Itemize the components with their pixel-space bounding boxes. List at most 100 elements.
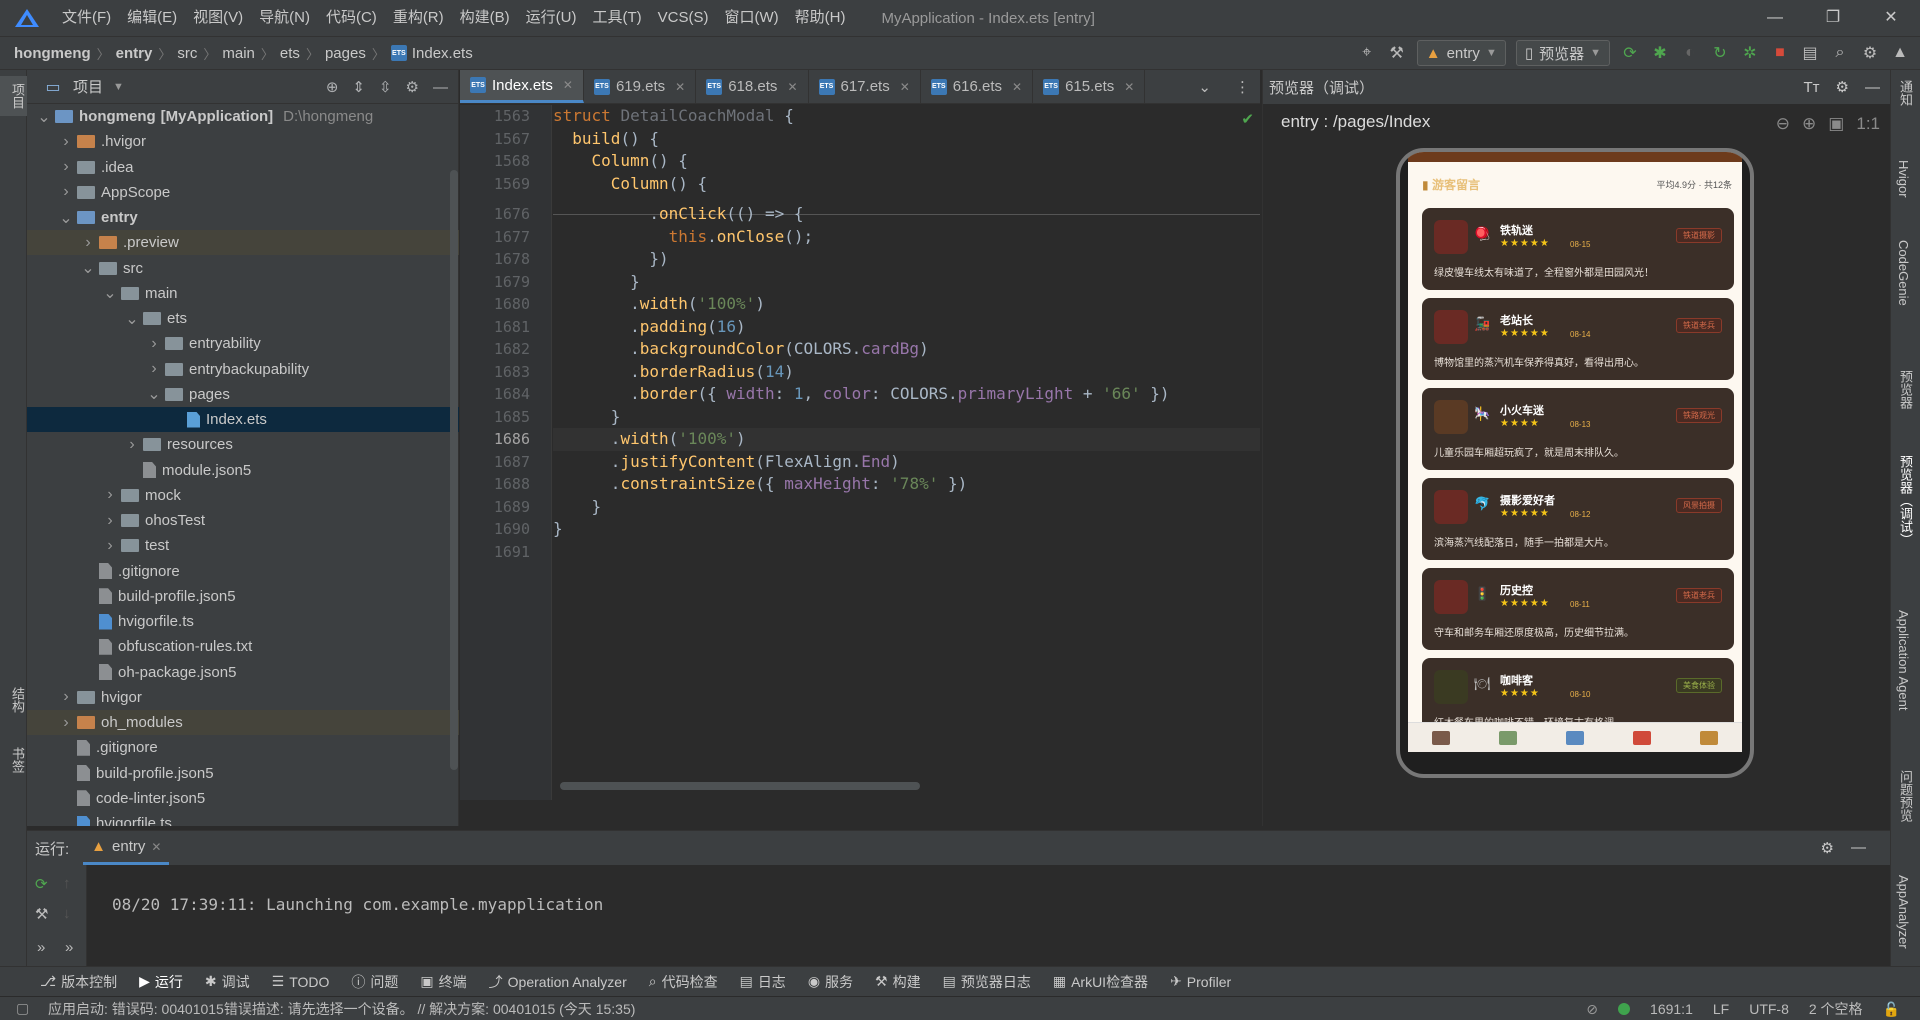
bug-hammer-icon[interactable]: ⚒ bbox=[1387, 43, 1407, 63]
close-icon[interactable]: ✕ bbox=[1862, 0, 1920, 36]
breadcrumb-item[interactable]: entry bbox=[116, 45, 153, 62]
breadcrumb-item[interactable]: Index.ets bbox=[412, 45, 473, 62]
close-icon[interactable]: ✕ bbox=[787, 80, 797, 94]
tree-item[interactable]: oh-package.json5 bbox=[27, 660, 459, 685]
attach-debugger-icon[interactable]: ◐ bbox=[1680, 43, 1700, 63]
tool-tab[interactable]: ▶ 运行 bbox=[139, 972, 183, 992]
tool-tab[interactable]: ⌕ 代码检查 bbox=[649, 972, 718, 992]
tabs-overflow[interactable]: ⌄ ⋮ bbox=[1188, 70, 1260, 103]
project-scrollbar[interactable] bbox=[450, 170, 458, 770]
tree-item[interactable]: ⌄ main bbox=[27, 281, 459, 306]
close-icon[interactable]: ✕ bbox=[675, 80, 685, 94]
run-tab-entry[interactable]: ▲ entry ✕ bbox=[83, 831, 170, 865]
breadcrumb-item[interactable]: main bbox=[222, 45, 255, 62]
tool-tab[interactable]: ▤ 日志 bbox=[740, 972, 786, 992]
review-card[interactable]: 🪀 铁轨迷 ★★★★★ 08-15 铁道摄影 绿皮慢车线太有味道了，全程窗外都是田园风光！ bbox=[1422, 208, 1734, 290]
editor-tab[interactable]: ETS 616.ets ✕ bbox=[921, 70, 1034, 103]
review-card[interactable]: 🐬 摄影爱好者 ★★★★★ 08-12 风景拍摄 滨海蒸汽线配落日，随手一拍都是大片。 bbox=[1422, 478, 1734, 560]
stop-icon[interactable]: ■ bbox=[1770, 43, 1790, 63]
tree-item[interactable]: ⌄ ets bbox=[27, 306, 459, 331]
menu-item[interactable]: 构建(B) bbox=[452, 0, 518, 36]
arrow-down-icon[interactable]: ↓ bbox=[63, 905, 71, 922]
gear-icon[interactable]: ⚙ bbox=[1836, 78, 1849, 96]
tree-item[interactable]: module.json5 bbox=[27, 458, 459, 483]
right-tool-tab[interactable]: Hvigor bbox=[1896, 160, 1911, 198]
tab-ticket-icon[interactable] bbox=[1499, 730, 1518, 745]
expand-all-icon[interactable]: ⇕ bbox=[352, 78, 365, 96]
hide-icon[interactable]: — bbox=[1865, 79, 1880, 96]
tab-train-icon[interactable] bbox=[1432, 730, 1451, 745]
tool-tab[interactable]: ☰ TODO bbox=[272, 973, 330, 990]
structure-tool-tab[interactable]: 结构 bbox=[0, 680, 27, 720]
close-icon[interactable]: ✕ bbox=[1012, 80, 1022, 94]
tree-item[interactable]: › .hvigor bbox=[27, 129, 459, 154]
chevron-down-icon[interactable]: ⌄ bbox=[33, 107, 55, 127]
right-tool-tab[interactable]: 问题预览 bbox=[1896, 770, 1915, 822]
tool-tab[interactable]: ▤ 预览器日志 bbox=[943, 972, 1031, 992]
tree-item[interactable]: › AppScope bbox=[27, 180, 459, 205]
tree-item[interactable]: › .idea bbox=[27, 155, 459, 180]
gear-icon[interactable]: ⚙ bbox=[1821, 839, 1834, 857]
close-icon[interactable]: ✕ bbox=[151, 840, 161, 854]
hide-icon[interactable]: — bbox=[1851, 839, 1866, 856]
more-icon[interactable]: » bbox=[65, 939, 73, 956]
wrench-icon[interactable]: ⚒ bbox=[35, 905, 48, 923]
text-size-icon[interactable]: Tт bbox=[1804, 79, 1820, 96]
breadcrumb-item[interactable]: src bbox=[177, 45, 197, 62]
tree-item[interactable]: ⌄ hongmeng [MyApplication] D:\hongmeng bbox=[27, 104, 459, 129]
debug-icon[interactable]: ✱ bbox=[1650, 43, 1670, 63]
menu-item[interactable]: 重构(R) bbox=[385, 0, 452, 36]
apply-changes-icon[interactable]: ↻ bbox=[1710, 43, 1730, 63]
gear-icon[interactable]: ⚙ bbox=[406, 78, 419, 96]
breadcrumb-item[interactable]: hongmeng bbox=[14, 45, 91, 62]
zoom-in-icon[interactable]: ⊕ bbox=[1802, 114, 1816, 134]
menu-item[interactable]: 窗口(W) bbox=[716, 0, 786, 36]
tree-item[interactable]: ⌄ src bbox=[27, 256, 459, 281]
tree-item[interactable]: › resources bbox=[27, 432, 459, 457]
maximize-icon[interactable]: ❐ bbox=[1804, 0, 1862, 36]
review-card[interactable]: 🎠 小火车迷 ★★★★ 08-13 铁路观光 儿童乐园车厢超玩疯了，就是周末排队久。 bbox=[1422, 388, 1734, 470]
inspection-ok-icon[interactable]: ✔ bbox=[1241, 110, 1254, 128]
tree-item[interactable]: › ohosTest bbox=[27, 508, 459, 533]
menu-item[interactable]: 运行(U) bbox=[518, 0, 585, 36]
chevron-right-icon[interactable]: › bbox=[55, 714, 77, 732]
indent-setting[interactable]: 2 个空格 bbox=[1809, 999, 1863, 1019]
chevron-down-icon[interactable]: ⌄ bbox=[99, 283, 121, 303]
project-panel-title[interactable]: 项目 bbox=[73, 76, 103, 97]
tree-item[interactable]: .gitignore bbox=[27, 735, 459, 760]
editor-tab[interactable]: ETS 618.ets ✕ bbox=[696, 70, 809, 103]
tree-item[interactable]: obfuscation-rules.txt bbox=[27, 634, 459, 659]
phone-screen[interactable]: ▮ 游客留言 平均4.9分 · 共12条 🪀 铁轨迷 ★★★★★ 08-15 铁道摄影绿… bbox=[1408, 152, 1742, 752]
profile-icon[interactable]: ✲ bbox=[1740, 43, 1760, 63]
close-icon[interactable]: ✕ bbox=[563, 78, 573, 92]
tool-tab[interactable]: ⎇ 版本控制 bbox=[40, 972, 117, 992]
chevron-right-icon[interactable]: › bbox=[99, 537, 121, 555]
right-tool-tab[interactable]: 预览器 bbox=[1896, 370, 1915, 409]
menu-item[interactable]: 视图(V) bbox=[185, 0, 251, 36]
editor-tab[interactable]: ETS 619.ets ✕ bbox=[584, 70, 697, 103]
gear-icon[interactable]: ⚙ bbox=[1860, 43, 1880, 63]
menu-item[interactable]: 代码(C) bbox=[318, 0, 385, 36]
rerun-icon[interactable]: ⟳ bbox=[35, 875, 48, 893]
status-message[interactable]: 应用启动: 错误码: 00401015错误描述: 请先选择一个设备。 // 解决… bbox=[48, 999, 635, 1019]
chevron-right-icon[interactable]: › bbox=[55, 688, 77, 706]
editor-tab[interactable]: ETS Index.ets ✕ bbox=[460, 70, 584, 103]
tab-gift-icon[interactable] bbox=[1632, 730, 1651, 745]
review-card[interactable]: 🚦 历史控 ★★★★★ 08-11 铁道老兵 守车和邮务车厢还原度极高，历史细节拉满。 bbox=[1422, 568, 1734, 650]
tool-tab[interactable]: ✈ Profiler bbox=[1170, 973, 1231, 990]
chevron-right-icon[interactable]: › bbox=[99, 512, 121, 530]
tree-item[interactable]: › entrybackupability bbox=[27, 357, 459, 382]
status-ok-icon[interactable] bbox=[1618, 1003, 1631, 1015]
breadcrumb-item[interactable]: ets bbox=[280, 45, 300, 62]
right-tool-tab[interactable]: CodeGenie bbox=[1896, 240, 1911, 306]
tree-item[interactable]: build-profile.json5 bbox=[27, 761, 459, 786]
rerun-icon[interactable]: ⟳ bbox=[1620, 43, 1640, 63]
bookmarks-tool-tab[interactable]: 书签 bbox=[0, 740, 27, 780]
right-tool-tab[interactable]: AppAnalyzer bbox=[1896, 875, 1911, 949]
no-signal-icon[interactable]: ⊘ bbox=[1586, 1001, 1598, 1018]
editor-tab[interactable]: ETS 615.ets ✕ bbox=[1033, 70, 1146, 103]
tool-tab[interactable]: ⓘ 问题 bbox=[351, 972, 398, 992]
file-encoding[interactable]: UTF-8 bbox=[1749, 1001, 1789, 1017]
chevron-down-icon[interactable]: ⌄ bbox=[143, 384, 165, 404]
panel-toggle-icon[interactable]: ▢ bbox=[16, 1000, 29, 1017]
